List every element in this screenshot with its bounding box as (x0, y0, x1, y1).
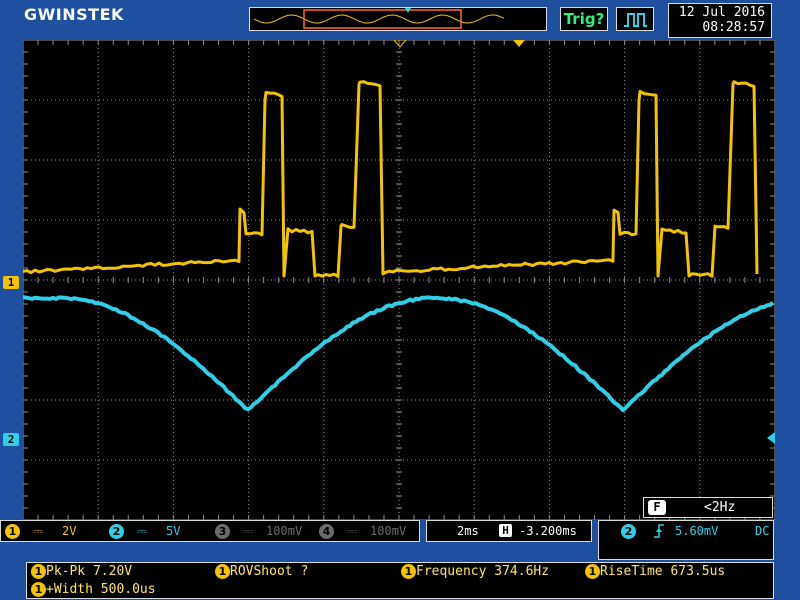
measurement-risetime[interactable]: 1 RiseTime 673.5us (585, 564, 725, 579)
ch1-scale: 2V (62, 524, 76, 538)
ch1-ground-marker[interactable]: 1 (3, 276, 19, 289)
brand-logo: GWINSTEK (24, 5, 124, 24)
ch1-setting[interactable]: 1 ⎓ 2V (5, 524, 77, 539)
date-time-display: 12 Jul 2016 08:28:57 (668, 3, 772, 38)
trigger-settings-bar[interactable]: 2 5.60mV DC (598, 520, 774, 560)
ch2-setting[interactable]: 2 ⎓ 5V (109, 524, 181, 539)
dc-coupling-icon: ⎓ (347, 524, 357, 538)
rising-edge-icon (653, 523, 665, 542)
frequency-counter-value: <2Hz (704, 498, 735, 517)
dc-coupling-icon: ⎓ (33, 524, 43, 538)
trigger-source: 2 (621, 524, 636, 539)
measurement-rovshoot[interactable]: 1 ROVShoot ? (215, 564, 308, 579)
trigger-mode-button[interactable] (616, 7, 654, 31)
channel-settings-bar: 1 ⎓ 2V 2 ⎓ 5V 3 ⎓ 100mV 4 ⎓ 100mV (0, 520, 420, 542)
overview-view-window[interactable] (304, 10, 461, 28)
trigger-level: 5.60mV (675, 524, 718, 538)
date-text: 12 Jul 2016 (669, 5, 765, 20)
dc-coupling-icon: ⎓ (137, 524, 147, 538)
trigger-coupling: DC (755, 524, 769, 538)
memory-overview-bar[interactable] (249, 7, 547, 31)
ch2-ground-marker[interactable]: 2 (3, 433, 19, 446)
horizontal-position: -3.200ms (519, 524, 577, 538)
dc-coupling-icon: ⎓ (243, 524, 253, 538)
measurement-pwidth[interactable]: 1 +Width 500.0us (31, 582, 156, 597)
pulse-icon (617, 8, 653, 30)
ch4-scale: 100mV (370, 524, 406, 538)
overview-waveform (250, 8, 546, 30)
waveform-display[interactable] (23, 40, 775, 520)
frequency-counter-icon: F (648, 500, 666, 515)
measurement-pkpk[interactable]: 1 Pk-Pk 7.20V (31, 564, 132, 579)
trigger-status-button[interactable]: Trig? (560, 7, 608, 31)
ch3-scale: 100mV (266, 524, 302, 538)
ch4-setting[interactable]: 4 ⎓ 100mV (319, 524, 406, 539)
ch3-setting[interactable]: 3 ⎓ 100mV (215, 524, 302, 539)
horizontal-position-icon: H (499, 524, 512, 537)
time-text: 08:28:57 (669, 20, 765, 35)
ch2-scale: 5V (166, 524, 180, 538)
timebase-scale: 2ms (457, 524, 479, 538)
frequency-counter: F <2Hz (643, 497, 773, 518)
timebase-bar[interactable]: 2ms H -3.200ms (426, 520, 592, 542)
measurement-panel: 1 Pk-Pk 7.20V 1 ROVShoot ? 1 Frequency 374.… (26, 562, 774, 599)
measurement-frequency[interactable]: 1 Frequency 374.6Hz (401, 564, 549, 579)
